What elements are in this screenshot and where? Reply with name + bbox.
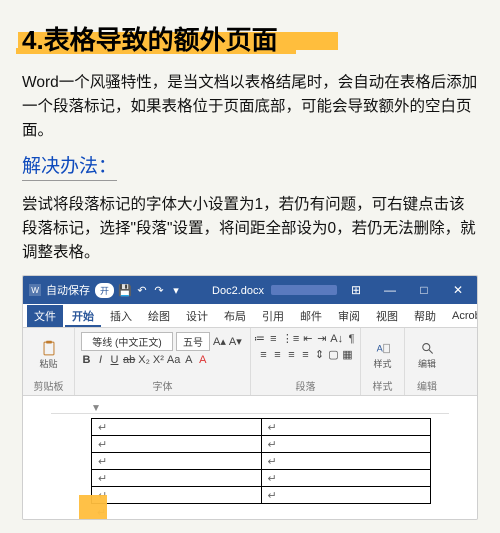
shrink-font-icon[interactable]: A▾ (229, 335, 242, 348)
ruler[interactable] (51, 402, 449, 414)
table-cell[interactable]: ↵ (92, 470, 262, 487)
align-center-icon[interactable]: ≡ (272, 349, 283, 361)
tab-review[interactable]: 审阅 (331, 305, 367, 327)
align-right-icon[interactable]: ≡ (286, 349, 297, 361)
document-area[interactable]: ↵↵ ↵↵ ↵↵ ↵↵ ↵↵ ↵ (23, 396, 477, 519)
tab-view[interactable]: 视图 (369, 305, 405, 327)
ribbon-tabs: 文件 开始 插入 绘图 设计 布局 引用 邮件 审阅 视图 帮助 Acrobat… (23, 304, 477, 328)
document-title: Doc2.docx • 已保存 (188, 282, 265, 298)
table-cell[interactable]: ↵ (261, 436, 431, 453)
tab-insert[interactable]: 插入 (103, 305, 139, 327)
clear-format-button[interactable]: A (183, 354, 194, 366)
justify-icon[interactable]: ≡ (300, 349, 311, 361)
table-cell[interactable]: ↵ (261, 470, 431, 487)
table-cell[interactable]: ↵ (92, 436, 262, 453)
tab-home[interactable]: 开始 (65, 305, 101, 327)
svg-text:A: A (376, 343, 383, 353)
paste-button[interactable]: 粘贴 (36, 340, 62, 370)
section-heading: 4.表格导致的额外页面 (22, 18, 278, 59)
indent-inc-icon[interactable]: ⇥ (316, 332, 327, 345)
numbering-icon[interactable]: ≡ (268, 333, 279, 345)
tab-mail[interactable]: 邮件 (293, 305, 329, 327)
solution-label: 解决办法： (22, 151, 117, 181)
multilevel-icon[interactable]: ⋮≡ (282, 332, 299, 345)
group-clipboard-label: 剪贴板 (34, 378, 64, 393)
show-marks-icon[interactable]: ¶ (346, 333, 357, 345)
table-cell[interactable]: ↵ (92, 487, 262, 504)
account-area[interactable] (271, 285, 337, 295)
dropdown-icon[interactable]: ▾ (170, 284, 182, 296)
sort-icon[interactable]: A↓ (330, 333, 343, 345)
save-icon[interactable]: 💾 (119, 284, 131, 296)
autosave-label: 自动保存 (46, 282, 90, 298)
strike-button[interactable]: ab (123, 354, 135, 366)
align-left-icon[interactable]: 󠀠≡ (258, 349, 269, 361)
highlight-marker (79, 495, 107, 520)
minimize-icon[interactable]: — (377, 283, 403, 297)
grow-font-icon[interactable]: A▴ (213, 335, 226, 348)
tab-layout[interactable]: 布局 (217, 305, 253, 327)
superscript-button[interactable]: X² (153, 354, 164, 366)
change-case-button[interactable]: Aa (167, 354, 180, 366)
word-icon: W (29, 284, 41, 296)
group-paragraph-label: 段落 (296, 378, 316, 393)
table-cell[interactable]: ↵ (261, 419, 431, 436)
tab-references[interactable]: 引用 (255, 305, 291, 327)
group-edit-label: 编辑 (417, 378, 437, 393)
font-color-button[interactable]: A (197, 354, 208, 366)
redo-icon[interactable]: ↷ (153, 284, 165, 296)
close-icon[interactable]: ✕ (445, 283, 471, 297)
line-spacing-icon[interactable]: ⇕ (314, 348, 325, 361)
underline-button[interactable]: U (109, 354, 120, 366)
window-options-icon[interactable]: ⊞ (343, 283, 369, 297)
autosave-toggle[interactable]: 开 (95, 283, 114, 298)
font-name-select[interactable]: 等线 (中文正文) (81, 332, 173, 351)
maximize-icon[interactable]: □ (411, 283, 437, 297)
word-window: W 自动保存 开 💾 ↶ ↷ ▾ Doc2.docx • 已保存 ⊞ — □ ✕… (22, 275, 478, 520)
undo-icon[interactable]: ↶ (136, 284, 148, 296)
ribbon: 粘贴 剪贴板 等线 (中文正文) 五号 A▴ A▾ B I U ab X₂ (23, 328, 477, 396)
shading-icon[interactable]: ▢ (328, 348, 339, 361)
tab-help[interactable]: 帮助 (407, 305, 443, 327)
table-cell[interactable]: ↵ (261, 453, 431, 470)
bold-button[interactable]: B (81, 354, 92, 366)
svg-text:W: W (31, 286, 39, 295)
tab-design[interactable]: 设计 (179, 305, 215, 327)
edit-button[interactable]: 编辑 (414, 340, 440, 370)
group-font-label: 字体 (153, 378, 173, 393)
bullets-icon[interactable]: ≔ (254, 332, 265, 345)
titlebar: W 自动保存 开 💾 ↶ ↷ ▾ Doc2.docx • 已保存 ⊞ — □ ✕ (23, 276, 477, 304)
tab-file[interactable]: 文件 (27, 305, 63, 327)
intro-paragraph: Word一个风骚特性，是当文档以表格结尾时，会自动在表格后添加一个段落标记，如果… (22, 71, 478, 143)
italic-button[interactable]: I (95, 354, 106, 366)
table-cell[interactable]: ↵ (92, 453, 262, 470)
solution-text: 尝试将段落标记的字体大小设置为1，若仍有问题，可右键点击该段落标记，选择"段落"… (22, 193, 478, 265)
indent-dec-icon[interactable]: ⇤ (302, 332, 313, 345)
sample-table[interactable]: ↵↵ ↵↵ ↵↵ ↵↵ ↵↵ (91, 418, 431, 504)
tab-acrobat[interactable]: Acrobat (445, 307, 478, 325)
table-cell[interactable]: ↵ (261, 487, 431, 504)
subscript-button[interactable]: X₂ (138, 354, 150, 366)
table-cell[interactable]: ↵ (92, 419, 262, 436)
borders-icon[interactable]: ▦ (342, 348, 353, 361)
group-styles-label: 样式 (373, 378, 393, 393)
styles-button[interactable]: A 样式 (370, 340, 396, 370)
font-size-select[interactable]: 五号 (176, 332, 210, 351)
tab-draw[interactable]: 绘图 (141, 305, 177, 327)
trailing-paragraph-mark[interactable]: ↵ (51, 506, 449, 519)
